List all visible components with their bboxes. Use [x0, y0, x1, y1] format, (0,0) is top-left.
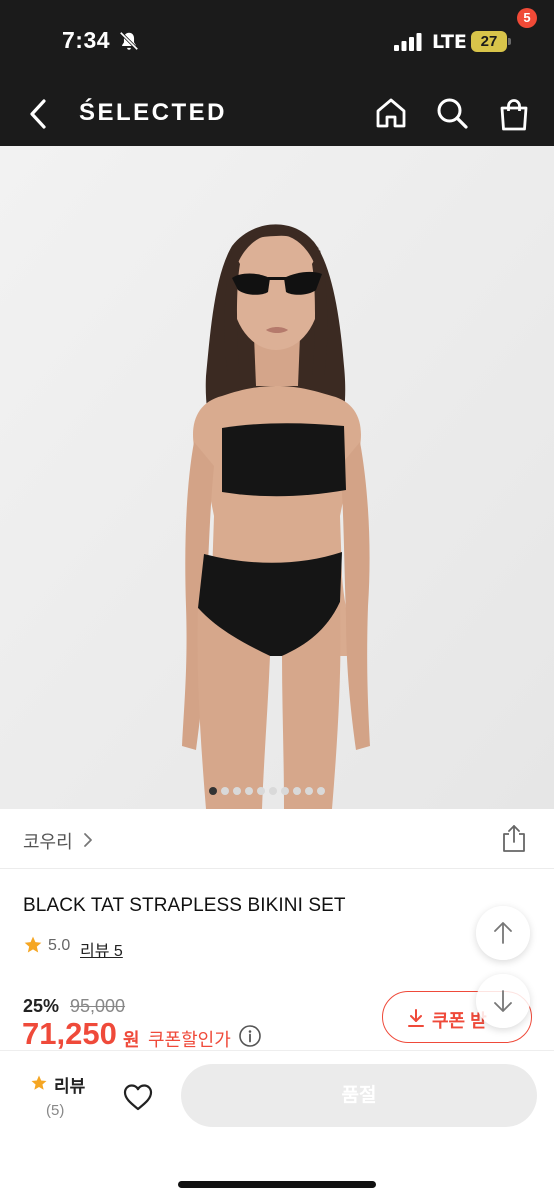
info-icon[interactable]	[238, 1024, 262, 1048]
carousel-dot[interactable]	[269, 787, 277, 795]
carousel-dot[interactable]	[221, 787, 229, 795]
star-icon	[24, 936, 42, 953]
price-currency: 원	[123, 1030, 140, 1050]
battery-icon: 27	[471, 31, 511, 52]
coupon-price-label: 쿠폰할인가	[148, 1030, 231, 1050]
star-icon	[31, 1075, 47, 1090]
arrow-down-icon	[494, 990, 512, 1012]
carousel-dot[interactable]	[209, 787, 217, 795]
brand-row: 코우리	[0, 809, 554, 869]
battery-level: 27	[480, 33, 498, 50]
sale-price: 71,250	[22, 1016, 117, 1051]
back-icon[interactable]	[26, 98, 52, 130]
search-icon[interactable]	[435, 96, 469, 130]
bottom-review-button[interactable]: 리뷰	[54, 1072, 85, 1097]
app-header: ŚELECTED	[0, 84, 554, 146]
product-name: BLACK TAT STRAPLESS BIKINI SET	[23, 895, 346, 916]
carousel-dot[interactable]	[317, 787, 325, 795]
rating-value: 5.0	[48, 937, 71, 954]
network-label: LTE	[432, 31, 467, 53]
carousel-dot[interactable]	[257, 787, 265, 795]
product-image[interactable]	[0, 146, 554, 809]
image-carousel-dots[interactable]	[209, 787, 325, 795]
share-icon[interactable]	[501, 823, 527, 853]
scroll-to-top-button[interactable]	[476, 906, 530, 960]
scroll-to-bottom-button[interactable]	[476, 974, 530, 1028]
home-indicator	[178, 1181, 376, 1188]
chevron-right-icon[interactable]	[82, 832, 94, 848]
soldout-button[interactable]: 품절	[181, 1064, 537, 1127]
brand-title[interactable]: ŚELECTED	[79, 99, 227, 127]
heart-icon[interactable]	[122, 1082, 154, 1112]
original-price: 95,000	[70, 996, 126, 1016]
brand-link[interactable]: 코우리	[23, 828, 73, 854]
download-icon	[408, 1009, 424, 1027]
status-time: 7:34	[62, 27, 111, 53]
carousel-dot[interactable]	[233, 787, 241, 795]
status-bar: 7:34 LTE 27	[0, 0, 554, 84]
carousel-dot[interactable]	[281, 787, 289, 795]
cart-icon[interactable]	[496, 96, 532, 132]
model-photo	[0, 146, 554, 809]
home-icon[interactable]	[374, 96, 408, 130]
carousel-dot[interactable]	[305, 787, 313, 795]
bottom-review-count: (5)	[46, 1102, 65, 1119]
carousel-dot[interactable]	[245, 787, 253, 795]
review-link[interactable]: 리뷰 5	[80, 937, 123, 961]
signal-icon	[394, 33, 422, 51]
bell-slash-icon	[119, 31, 139, 51]
carousel-dot[interactable]	[293, 787, 301, 795]
discount-percent: 25%	[23, 996, 60, 1016]
cart-badge: 5	[517, 8, 537, 28]
arrow-up-icon	[494, 922, 512, 944]
